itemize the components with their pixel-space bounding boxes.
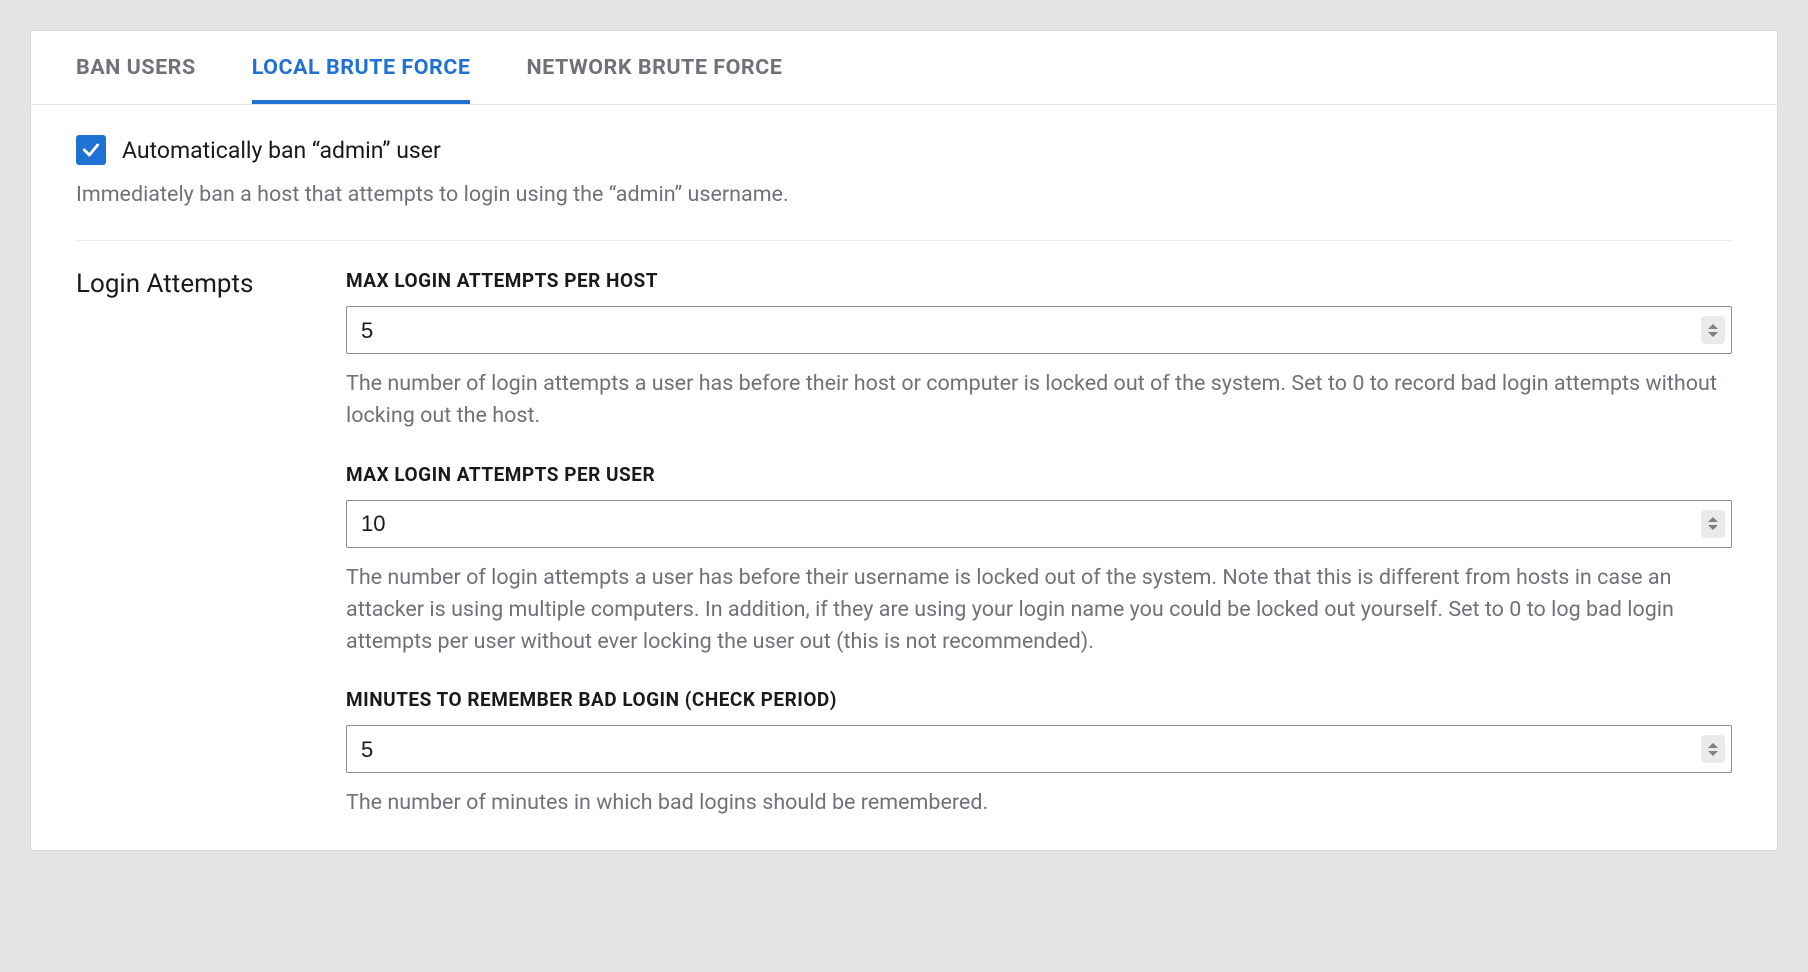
login-attempts-row: Login Attempts MAX LOGIN ATTEMPTS PER HO… — [76, 269, 1732, 840]
auto-ban-checkbox[interactable] — [76, 135, 106, 165]
select-wrap-remember-minutes: 5 — [346, 725, 1732, 773]
select-wrap-max-per-user: 10 — [346, 500, 1732, 548]
tab-network-brute-force[interactable]: NETWORK BRUTE FORCE — [526, 31, 782, 104]
select-max-per-user[interactable]: 10 — [346, 500, 1732, 548]
auto-ban-row: Automatically ban “admin” user Immediate… — [76, 135, 1732, 241]
tab-local-brute-force[interactable]: LOCAL BRUTE FORCE — [252, 31, 471, 104]
settings-panel: BAN USERS LOCAL BRUTE FORCE NETWORK BRUT… — [30, 30, 1778, 851]
check-icon — [81, 140, 101, 160]
section-title-login-attempts: Login Attempts — [76, 269, 346, 299]
label-remember-minutes: MINUTES TO REMEMBER BAD LOGIN (CHECK PER… — [346, 688, 1732, 711]
select-wrap-max-per-host: 5 — [346, 306, 1732, 354]
label-max-per-user: MAX LOGIN ATTEMPTS PER USER — [346, 463, 1732, 486]
desc-max-per-user: The number of login attempts a user has … — [346, 562, 1732, 659]
select-remember-minutes[interactable]: 5 — [346, 725, 1732, 773]
auto-ban-label: Automatically ban “admin” user — [122, 137, 441, 164]
select-max-per-host[interactable]: 5 — [346, 306, 1732, 354]
desc-max-per-host: The number of login attempts a user has … — [346, 368, 1732, 433]
tabs-nav: BAN USERS LOCAL BRUTE FORCE NETWORK BRUT… — [31, 31, 1777, 105]
desc-remember-minutes: The number of minutes in which bad login… — [346, 787, 1732, 819]
tab-content: Automatically ban “admin” user Immediate… — [31, 105, 1777, 850]
auto-ban-description: Immediately ban a host that attempts to … — [76, 179, 1732, 210]
label-max-per-host: MAX LOGIN ATTEMPTS PER HOST — [346, 269, 1732, 292]
tab-ban-users[interactable]: BAN USERS — [76, 31, 196, 104]
